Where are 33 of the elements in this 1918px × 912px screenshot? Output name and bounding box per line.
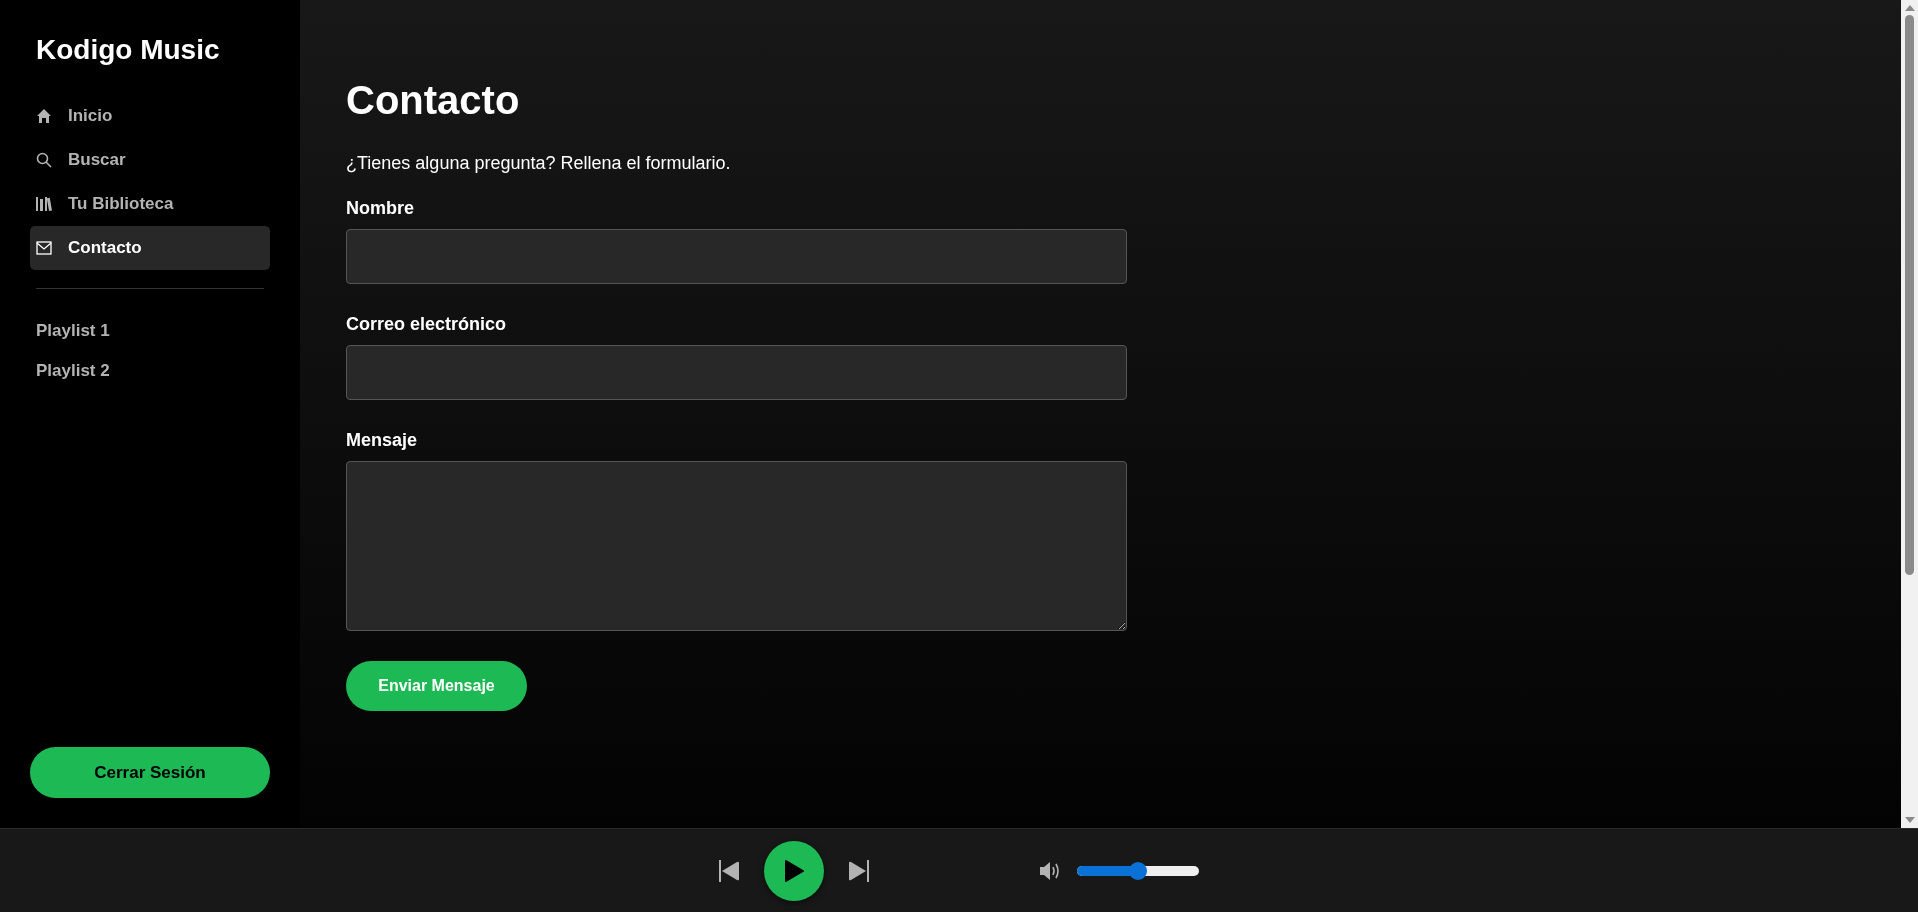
nav-item[interactable]: Buscar (30, 138, 270, 182)
play-icon (784, 859, 804, 882)
next-icon (849, 859, 869, 882)
scrollbar[interactable] (1901, 0, 1918, 828)
input-field[interactable] (346, 345, 1127, 400)
search-icon (36, 152, 52, 168)
nav-label: Buscar (68, 150, 126, 170)
nav-label: Tu Biblioteca (68, 194, 174, 214)
field-label: Nombre (346, 198, 415, 219)
playlist-link[interactable]: Playlist 2 (30, 351, 270, 391)
nav-label: Inicio (68, 106, 113, 126)
nav-label: Contacto (68, 238, 142, 258)
next-button[interactable] (849, 859, 869, 882)
nav-item[interactable]: Tu Biblioteca (30, 182, 270, 226)
page-title: Contacto (346, 78, 521, 123)
scroll-up-icon[interactable] (1904, 4, 1915, 11)
scroll-down-icon[interactable] (1904, 817, 1915, 824)
input-field[interactable] (346, 229, 1127, 284)
volume-thumb[interactable] (1129, 861, 1147, 880)
envelope-icon (36, 241, 52, 255)
books-icon (36, 196, 52, 212)
field-label: Mensaje (346, 430, 419, 451)
message-field[interactable] (346, 461, 1127, 631)
playlist-link[interactable]: Playlist 1 (30, 311, 270, 351)
intro-text: ¿Tienes alguna pregunta? Rellena el formulario. (346, 153, 732, 174)
logout-button[interactable]: Cerrar Sesión (30, 747, 270, 798)
nav-item[interactable]: Inicio (30, 94, 270, 138)
previous-button[interactable] (719, 859, 739, 882)
field-label: Correo electrónico (346, 314, 508, 335)
nav-item[interactable]: Contacto (30, 226, 270, 270)
previous-icon (719, 859, 739, 882)
home-icon (36, 108, 52, 124)
app-logo: Kodigo Music (35, 34, 221, 66)
